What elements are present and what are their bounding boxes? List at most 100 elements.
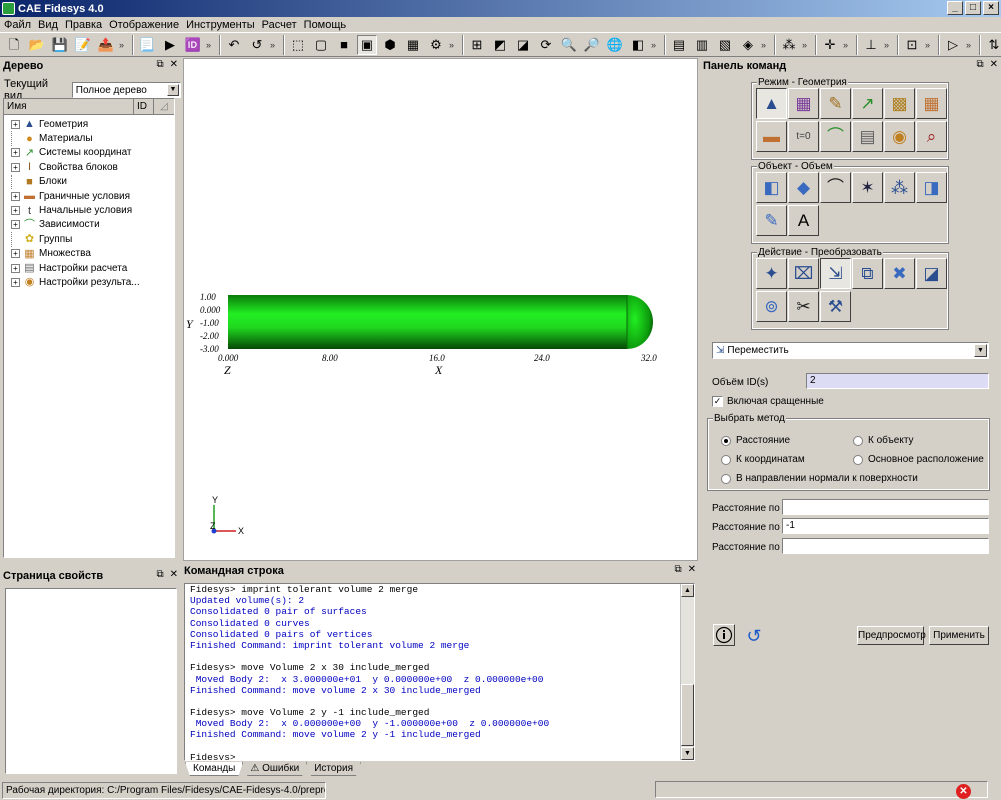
- expand-icon[interactable]: +: [11, 162, 20, 172]
- toolbar-overflow-icon[interactable]: »: [270, 40, 278, 50]
- undo-history-icon[interactable]: ↶: [224, 35, 244, 55]
- expand-icon[interactable]: +: [11, 263, 20, 273]
- zoom-in-icon[interactable]: 🔍: [559, 35, 579, 55]
- boundary-mode-icon[interactable]: ▬: [756, 121, 787, 152]
- multi-body-icon[interactable]: ⬢: [380, 35, 400, 55]
- z-axis-icon[interactable]: ⇅: [984, 35, 1001, 55]
- distance-z-input[interactable]: [782, 538, 989, 554]
- toolbar-overflow-icon[interactable]: »: [966, 40, 974, 50]
- merge-action-icon[interactable]: ⊚: [756, 291, 787, 322]
- calc-mode-icon[interactable]: ▤: [852, 121, 883, 152]
- cylinder-body[interactable]: [228, 295, 628, 349]
- error-stop-icon[interactable]: ✕: [956, 784, 971, 799]
- apply-button[interactable]: Применить: [929, 626, 989, 645]
- ground-icon[interactable]: ⊥: [861, 35, 881, 55]
- tab-history[interactable]: История: [306, 762, 361, 776]
- sort-icon[interactable]: ◿: [154, 99, 174, 114]
- measure-icon[interactable]: ⊡: [902, 35, 922, 55]
- reset-icon[interactable]: ↺: [743, 625, 765, 647]
- volume-object-icon[interactable]: ◧: [756, 172, 787, 203]
- tree-item[interactable]: + ▬ Граничные условия: [4, 189, 174, 203]
- method-distance-radio[interactable]: Расстояние: [721, 435, 790, 446]
- rotate-cube-icon[interactable]: ◈: [738, 35, 758, 55]
- menu-display[interactable]: Отображение: [109, 19, 179, 31]
- tree-item[interactable]: + ⌒ Зависимости: [4, 218, 174, 232]
- text-object-icon[interactable]: A: [788, 205, 819, 236]
- distance-x-input[interactable]: [782, 499, 989, 515]
- initial-mode-icon[interactable]: t=0: [788, 121, 819, 152]
- grey-cube-icon[interactable]: ▧: [715, 35, 735, 55]
- analysis-mode-icon[interactable]: ⌕: [916, 121, 947, 152]
- script-icon[interactable]: 📃: [137, 35, 157, 55]
- open-folder-icon[interactable]: 📂: [27, 35, 47, 55]
- export-icon[interactable]: 📤: [96, 35, 116, 55]
- method-normal-radio[interactable]: В направлении нормали к поверхности: [721, 473, 918, 484]
- column-name-header[interactable]: Имя: [4, 99, 134, 114]
- include-merged-checkbox[interactable]: ✓: [712, 396, 723, 407]
- dependency-mode-icon[interactable]: ⌒: [820, 121, 851, 152]
- column-id-header[interactable]: ID: [134, 99, 154, 114]
- tab-commands[interactable]: Команды: [185, 762, 243, 776]
- toolbar-overflow-icon[interactable]: »: [925, 40, 933, 50]
- menu-calculation[interactable]: Расчет: [262, 19, 297, 31]
- wireframe-cube-icon[interactable]: ⬚: [288, 35, 308, 55]
- radio-indicator[interactable]: [721, 473, 731, 484]
- tree-item[interactable]: + ▲ Геометрия: [4, 117, 174, 131]
- crosshair-icon[interactable]: ✛: [820, 35, 840, 55]
- toolbar-overflow-icon[interactable]: »: [761, 40, 769, 50]
- assembly-icon[interactable]: ⁂: [779, 35, 799, 55]
- close-window-button[interactable]: ×: [983, 1, 999, 15]
- group-object-icon[interactable]: ◨: [916, 172, 947, 203]
- expand-icon[interactable]: +: [11, 191, 20, 201]
- window-icon[interactable]: ◪: [513, 35, 533, 55]
- maximize-button[interactable]: □: [965, 1, 981, 15]
- tree-item[interactable]: ■ Блоки: [4, 174, 174, 189]
- new-file-icon[interactable]: 🗋: [4, 35, 24, 55]
- undock-icon[interactable]: ⧉: [674, 564, 681, 575]
- menu-tools[interactable]: Инструменты: [186, 19, 255, 31]
- webcut-action-icon[interactable]: ⚒: [820, 291, 851, 322]
- solid-cube-icon[interactable]: ▣: [357, 34, 377, 55]
- box-icon[interactable]: ◧: [628, 35, 648, 55]
- play-script-icon[interactable]: ▶: [160, 35, 180, 55]
- scroll-down-icon[interactable]: ▼: [681, 747, 694, 760]
- curve-object-icon[interactable]: ⌒: [820, 172, 851, 203]
- menu-view[interactable]: Вид: [38, 19, 58, 31]
- tree-item[interactable]: + ▤ Настройки расчета: [4, 261, 174, 275]
- globe-icon[interactable]: 🌐: [605, 35, 625, 55]
- save-icon[interactable]: 💾: [50, 35, 70, 55]
- chevron-down-icon[interactable]: ▼: [974, 344, 987, 357]
- method-base-location-radio[interactable]: Основное расположение: [853, 454, 984, 465]
- toolbar-overflow-icon[interactable]: »: [119, 40, 127, 50]
- close-panel-icon[interactable]: ✕: [990, 59, 998, 70]
- delete-action-icon[interactable]: ✖: [884, 258, 915, 289]
- toolbar-overflow-icon[interactable]: »: [802, 40, 810, 50]
- undo-icon[interactable]: ↺: [247, 35, 267, 55]
- expand-icon[interactable]: +: [11, 148, 20, 158]
- tree-item[interactable]: ● Материалы: [4, 131, 174, 146]
- command-scrollbar[interactable]: ▲ ▼: [680, 584, 694, 760]
- undock-icon[interactable]: ⧉: [156, 59, 163, 70]
- measure-object-icon[interactable]: ✎: [756, 205, 787, 236]
- toolbar-overflow-icon[interactable]: »: [206, 40, 214, 50]
- cylinder-cap[interactable]: [627, 295, 653, 349]
- check-document-icon[interactable]: 📝: [73, 35, 93, 55]
- distance-y-input[interactable]: -1: [782, 518, 989, 534]
- material-mode-icon[interactable]: ✎: [820, 88, 851, 119]
- rotate-icon[interactable]: ⟳: [536, 35, 556, 55]
- sets-mode-icon[interactable]: ▦: [916, 88, 947, 119]
- include-merged-row[interactable]: ✓ Включая сращенные: [712, 396, 824, 407]
- vertex-object-icon[interactable]: ✶: [852, 172, 883, 203]
- id-icon[interactable]: 🆔: [183, 35, 203, 55]
- close-panel-icon[interactable]: ✕: [170, 59, 178, 70]
- mesh-cube-icon[interactable]: ▦: [403, 35, 423, 55]
- tab-errors[interactable]: ⚠ Ошибки: [242, 762, 307, 776]
- toolbar-overflow-icon[interactable]: »: [843, 40, 851, 50]
- expand-icon[interactable]: +: [11, 119, 20, 129]
- toolbar-overflow-icon[interactable]: »: [884, 40, 892, 50]
- geometry-mode-icon[interactable]: ▲: [756, 88, 787, 119]
- graphics-viewport[interactable]: 1.00 0.000 -1.00 -2.00 -3.00 Y 0.000 8.0…: [183, 58, 698, 561]
- menu-help[interactable]: Помощь: [304, 19, 347, 31]
- axes-grid-icon[interactable]: ⊞: [467, 35, 487, 55]
- expand-icon[interactable]: +: [11, 277, 20, 287]
